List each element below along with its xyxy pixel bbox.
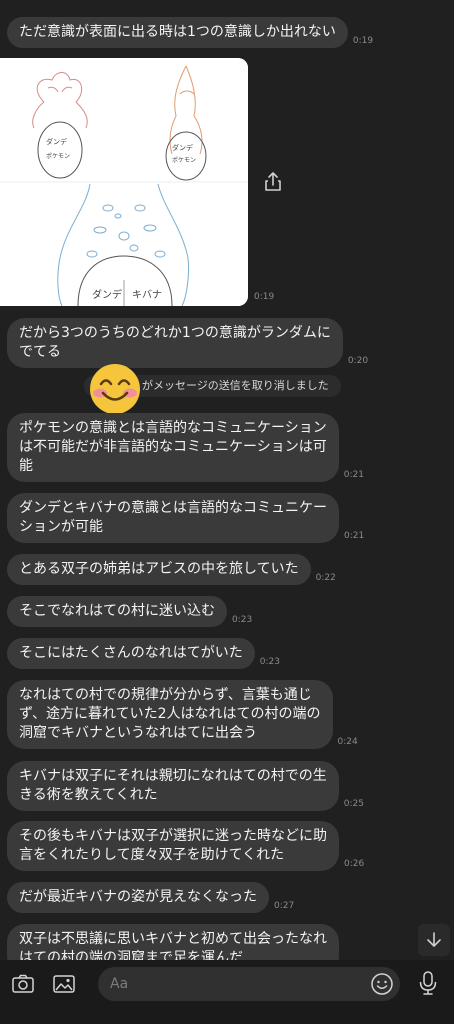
message-row: ポケモンの意識とは言語的なコミュニケーション は不可能だが非言語的なコミュニケー…	[7, 413, 364, 482]
message-row: とある双子の姉弟はアビスの中を旅していた 0:22	[7, 554, 336, 585]
message-row: ダンデとキバナの意識とは言語的なコミュニケー ションが可能 0:21	[7, 493, 364, 543]
message-row: その後もキバナは双子が選択に迷った時などに助 言をくれたりして度々双子を助けてく…	[7, 821, 364, 871]
message-bubble[interactable]: 双子は不思議に思いキバナと初めて出会ったなれ はての村の端の洞窟まで足を運んだ	[7, 924, 339, 960]
message-time: 0:25	[343, 799, 364, 809]
message-time: 0:27	[274, 901, 295, 911]
message-bubble[interactable]: その後もキバナは双子が選択に迷った時などに助 言をくれたりして度々双子を助けてく…	[7, 821, 339, 871]
message-row: ただ意識が表面に出る時は1つの意識しか出れない 0:19	[7, 17, 373, 48]
message-row: だが最近キバナの姿が見えなくなった 0:27	[7, 882, 294, 913]
arrow-down-icon	[427, 932, 441, 947]
message-bubble[interactable]: とある双子の姉弟はアビスの中を旅していた	[7, 554, 311, 585]
message-bubble[interactable]: ただ意識が表面に出る時は1つの意識しか出れない	[7, 17, 348, 48]
message-bubble[interactable]: なれはての村での規律が分からず、言葉も通じ ず、途方に暮れていた2人はなれはての…	[7, 680, 333, 749]
message-row: キバナは双子にそれは親切になれはての村での生 きる術を教えてくれた 0:25	[7, 761, 364, 811]
message-bubble[interactable]: ダンデとキバナの意識とは言語的なコミュニケー ションが可能	[7, 493, 339, 543]
message-bubble[interactable]: だから3つのうちのどれか1つの意識がランダムに でてる	[7, 318, 343, 368]
message-bubble[interactable]: そこにはたくさんのなれはてがいた	[7, 638, 255, 669]
message-time: 0:24	[337, 737, 358, 747]
message-row: そこでなれはての村に迷い込む 0:23	[7, 596, 252, 627]
message-bubble[interactable]: だが最近キバナの姿が見えなくなった	[7, 882, 269, 913]
message-bubble[interactable]: そこでなれはての村に迷い込む	[7, 596, 227, 627]
sketch-label: ダンデ	[172, 143, 193, 152]
message-time: 0:26	[344, 859, 365, 869]
shared-photo[interactable]: ダンデ ポケモン ダンデ ポケモン ダンデ キバナ	[0, 58, 248, 306]
message-row: なれはての村での規律が分からず、言葉も通じ ず、途方に暮れていた2人はなれはての…	[7, 680, 358, 749]
message-time: 0:19	[352, 36, 374, 46]
composer-bar: Aa	[0, 960, 454, 1024]
camera-icon[interactable]	[9, 970, 37, 998]
message-row: そこにはたくさんのなれはてがいた 0:23	[7, 638, 280, 669]
smile-emoji-sticker	[88, 362, 142, 416]
message-input[interactable]: Aa	[98, 967, 400, 1001]
microphone-icon[interactable]	[414, 969, 442, 997]
message-row: 双子は不思議に思いキバナと初めて出会ったなれ はての村の端の洞窟まで足を運んだ	[7, 924, 339, 960]
message-row: だから3つのうちのどれか1つの意識がランダムに でてる 0:20	[7, 318, 368, 368]
message-time: 0:21	[344, 531, 365, 541]
message-time: 0:22	[315, 573, 336, 583]
sketch-label: ダンデ	[92, 288, 122, 301]
sketch-label: ダンデ	[46, 137, 67, 146]
share-icon[interactable]	[260, 169, 286, 195]
chat-area[interactable]: ただ意識が表面に出る時は1つの意識しか出れない 0:19 ダンデ ポケモン ダン…	[0, 0, 454, 960]
image-icon[interactable]	[50, 970, 78, 998]
scroll-to-bottom-button[interactable]	[418, 924, 450, 956]
message-time: 0:23	[232, 615, 253, 625]
sketch-label: ポケモン	[46, 152, 70, 160]
photo-time: 0:19	[254, 292, 275, 302]
emoji-icon[interactable]	[370, 972, 394, 996]
message-bubble[interactable]: キバナは双子にそれは親切になれはての村での生 きる術を教えてくれた	[7, 761, 339, 811]
message-time: 0:20	[347, 356, 369, 366]
sketch-image: ダンデ ポケモン ダンデ ポケモン ダンデ キバナ	[0, 58, 248, 306]
sketch-label: キバナ	[132, 289, 162, 301]
message-time: 0:23	[259, 657, 280, 667]
sketch-label: ポケモン	[172, 156, 196, 164]
message-bubble[interactable]: ポケモンの意識とは言語的なコミュニケーション は不可能だが非言語的なコミュニケー…	[7, 413, 339, 482]
message-time: 0:21	[343, 470, 364, 480]
